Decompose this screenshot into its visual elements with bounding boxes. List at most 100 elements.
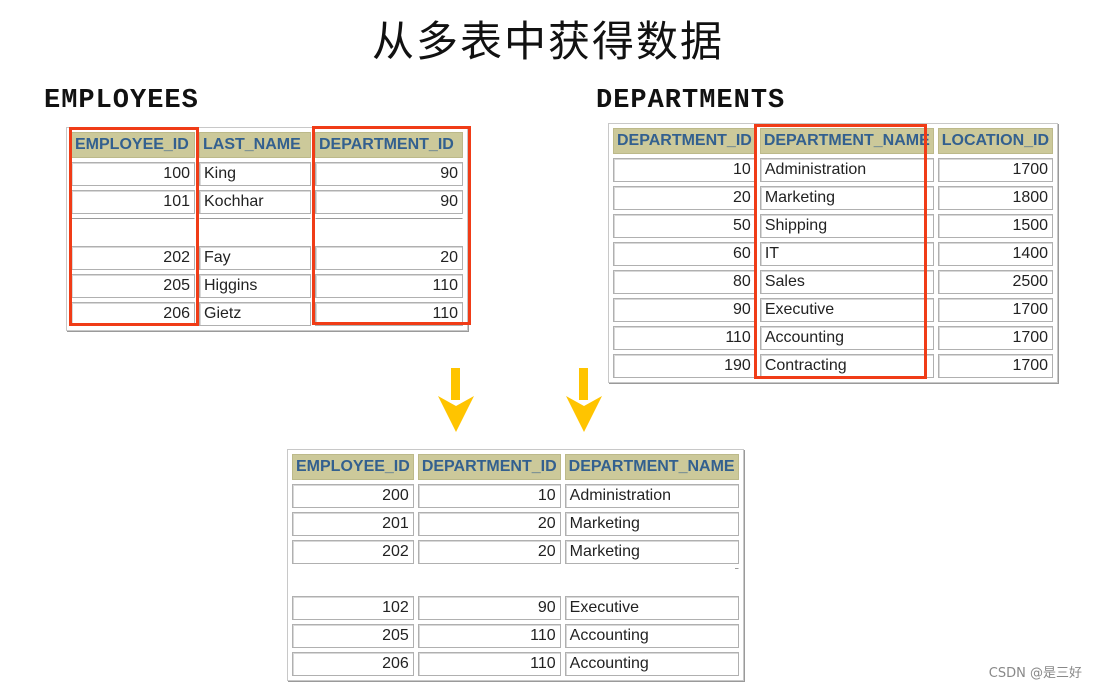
table-cell: 20 [613,186,756,210]
table-cell: 1800 [937,186,1054,210]
table-cell: Executive [759,298,934,322]
table-cell: Administration [759,158,934,182]
table-cell: 20 [417,540,561,564]
table-row: 102 90 Executive [292,596,739,620]
table-cell: 1500 [937,214,1054,238]
table-row [71,218,463,242]
table-cell: Kochhar [199,190,311,214]
column-header: DEPARTMENT_ID [613,128,756,154]
table-header-row: EMPLOYEE_ID DEPARTMENT_ID DEPARTMENT_NAM… [292,454,739,480]
table-row: 206 110 Accounting [292,652,739,676]
table-row: 110 Accounting 1700 [613,326,1054,350]
table-cell: 60 [613,242,756,266]
table-cell: Sales [759,270,934,294]
table-row: 201 20 Marketing [292,512,739,536]
table-cell: Fay [199,246,311,270]
table-cell: 90 [315,162,463,186]
table-row: 206 Gietz 110 [71,302,463,326]
table-cell: 110 [417,624,561,648]
table-row: 202 Fay 20 [71,246,463,270]
table-cell: 190 [613,354,756,378]
column-header: LAST_NAME [199,132,311,158]
employees-table-title: EMPLOYEES [44,86,199,116]
column-header: LOCATION_ID [937,128,1054,154]
table-cell: Contracting [759,354,934,378]
table-cell: Accounting [759,326,934,350]
table-cell: 2500 [937,270,1054,294]
table-cell [315,218,463,242]
table-row: 190 Contracting 1700 [613,354,1054,378]
table-cell: Gietz [199,302,311,326]
table-cell: 202 [292,540,414,564]
table-cell: 10 [417,484,561,508]
table-row: 20 Marketing 1800 [613,186,1054,210]
result-table: EMPLOYEE_ID DEPARTMENT_ID DEPARTMENT_NAM… [287,449,744,681]
table-cell [199,218,311,242]
table-row: 200 10 Administration [292,484,739,508]
table-cell: 206 [292,652,414,676]
table-cell: Higgins [199,274,311,298]
table-cell [71,218,195,242]
table-cell: 80 [613,270,756,294]
column-header: DEPARTMENT_ID [417,454,561,480]
table-row: 80 Sales 2500 [613,270,1054,294]
table-cell: 201 [292,512,414,536]
table-cell: 102 [292,596,414,620]
column-header: DEPARTMENT_NAME [564,454,739,480]
table-row: 202 20 Marketing [292,540,739,564]
table-cell: 20 [315,246,463,270]
table-cell: 205 [71,274,195,298]
table-cell: IT [759,242,934,266]
table-cell: Marketing [759,186,934,210]
table-row: 50 Shipping 1500 [613,214,1054,238]
table-cell: Accounting [564,652,739,676]
table-cell: 100 [71,162,195,186]
table-row: 205 110 Accounting [292,624,739,648]
table-cell: 200 [292,484,414,508]
table-cell: 206 [71,302,195,326]
table-row: 60 IT 1400 [613,242,1054,266]
table-cell: 1700 [937,354,1054,378]
table-cell: 20 [417,512,561,536]
omitted-rows-gap [289,566,735,586]
table-cell: 1400 [937,242,1054,266]
table-cell: 205 [292,624,414,648]
employees-table: EMPLOYEE_ID LAST_NAME DEPARTMENT_ID 100 K… [66,127,468,331]
departments-table: DEPARTMENT_ID DEPARTMENT_NAME LOCATION_I… [608,123,1059,383]
table-cell: King [199,162,311,186]
table-cell: 50 [613,214,756,238]
table-cell: 110 [315,274,463,298]
watermark: CSDN @是三好 [988,666,1082,681]
down-arrow-icon [438,368,474,432]
table-row: 90 Executive 1700 [613,298,1054,322]
table-cell: 1700 [937,326,1054,350]
table-cell: 10 [613,158,756,182]
column-header: DEPARTMENT_ID [315,132,463,158]
table-header-row: DEPARTMENT_ID DEPARTMENT_NAME LOCATION_I… [613,128,1054,154]
column-header: DEPARTMENT_NAME [759,128,934,154]
column-header: EMPLOYEE_ID [71,132,195,158]
table-cell: 1700 [937,298,1054,322]
table-row: 10 Administration 1700 [613,158,1054,182]
column-header: EMPLOYEE_ID [292,454,414,480]
down-arrow-icon [566,368,602,432]
table-row: 101 Kochhar 90 [71,190,463,214]
table-cell: Marketing [564,512,739,536]
table-cell: 110 [613,326,756,350]
table-row: 100 King 90 [71,162,463,186]
table-row: 205 Higgins 110 [71,274,463,298]
table-cell: 90 [417,596,561,620]
departments-table-title: DEPARTMENTS [596,86,786,116]
table-cell: Accounting [564,624,739,648]
table-cell: 202 [71,246,195,270]
table-cell: 90 [613,298,756,322]
table-cell: 110 [417,652,561,676]
table-cell: 1700 [937,158,1054,182]
table-cell: Executive [564,596,739,620]
table-cell: Shipping [759,214,934,238]
table-cell: Marketing [564,540,739,564]
table-cell: 110 [315,302,463,326]
table-cell: 90 [315,190,463,214]
table-header-row: EMPLOYEE_ID LAST_NAME DEPARTMENT_ID [71,132,463,158]
page-title: 从多表中获得数据 [371,17,724,66]
